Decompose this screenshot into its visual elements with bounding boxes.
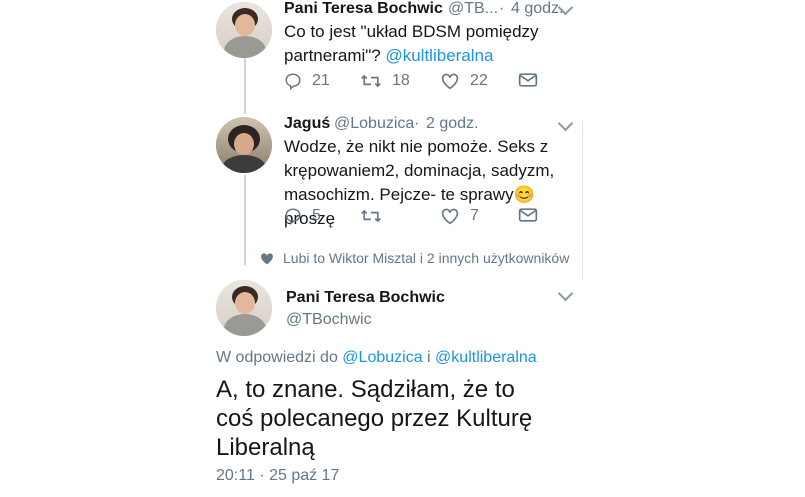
author-handle[interactable]: @Lobuzica	[334, 115, 414, 133]
chevron-down-icon[interactable]	[557, 285, 574, 302]
divider	[582, 120, 583, 280]
reply-prefix: W odpowiedzi do	[216, 349, 343, 366]
dm-icon	[518, 73, 538, 87]
tweet-text: Wodze, że nikt nie pomoże. Seks z krępow…	[284, 135, 584, 231]
reply-icon	[285, 73, 301, 90]
like-button[interactable]: 22	[440, 72, 488, 90]
author-name[interactable]: Jaguś	[284, 115, 330, 133]
author-name[interactable]: Pani Teresa Bochwic	[286, 289, 445, 307]
author-name[interactable]: Pani Teresa Bochwic	[284, 0, 443, 18]
separator-dot: ·	[414, 115, 420, 132]
avatar[interactable]	[216, 280, 272, 336]
reply-context: W odpowiedzi do @Lobuzica i @kultliberal…	[216, 349, 537, 367]
retweet-icon	[361, 74, 381, 88]
mention-link[interactable]: @kultliberalna	[435, 349, 537, 366]
like-icon	[441, 73, 459, 90]
retweet-button[interactable]: 18	[360, 72, 410, 90]
tweet-time[interactable]: 4 godz.	[511, 0, 563, 18]
author-handle[interactable]: @TB...	[448, 0, 498, 18]
like-icon	[441, 208, 459, 225]
reply-count: 5	[312, 207, 321, 224]
tweet-time[interactable]: 2 godz.	[426, 115, 478, 133]
reply-and: i	[422, 349, 436, 366]
chevron-down-icon[interactable]	[557, 115, 574, 132]
avatar[interactable]	[216, 117, 272, 173]
liked-by-text[interactable]: Lubi to Wiktor Misztal i 2 innych użytko…	[283, 250, 569, 266]
smile-emoji: 😊	[513, 185, 535, 204]
reply-icon	[285, 208, 301, 225]
thread-line	[244, 175, 246, 265]
retweet-icon	[361, 209, 381, 223]
mention-link[interactable]: @kultliberalna	[385, 46, 493, 65]
author-handle[interactable]: @TBochwic	[286, 311, 372, 329]
thread-line	[244, 58, 246, 114]
tweet-text: A, to znane. Sądziłam, że to coś polecan…	[216, 376, 533, 461]
dm-button[interactable]	[518, 207, 538, 223]
like-count: 22	[470, 72, 488, 89]
reply-count: 21	[312, 72, 330, 89]
mention-link[interactable]: @Lobuzica	[342, 349, 422, 366]
like-button[interactable]: 7	[440, 207, 479, 225]
separator-dot: ·	[499, 0, 505, 17]
like-count: 7	[470, 207, 479, 224]
retweet-button[interactable]	[360, 207, 392, 225]
heart-icon	[261, 253, 273, 265]
reply-button[interactable]: 21	[284, 72, 330, 90]
tweet-timestamp[interactable]: 20:11 · 25 paź 17	[216, 467, 339, 485]
avatar[interactable]	[216, 2, 272, 58]
dm-icon	[518, 208, 538, 222]
tweet-text: Co to jest "układ BDSM pomiędzy partnera…	[284, 20, 554, 68]
reply-button[interactable]: 5	[284, 207, 321, 225]
dm-button[interactable]	[518, 72, 538, 88]
retweet-count: 18	[392, 72, 410, 89]
